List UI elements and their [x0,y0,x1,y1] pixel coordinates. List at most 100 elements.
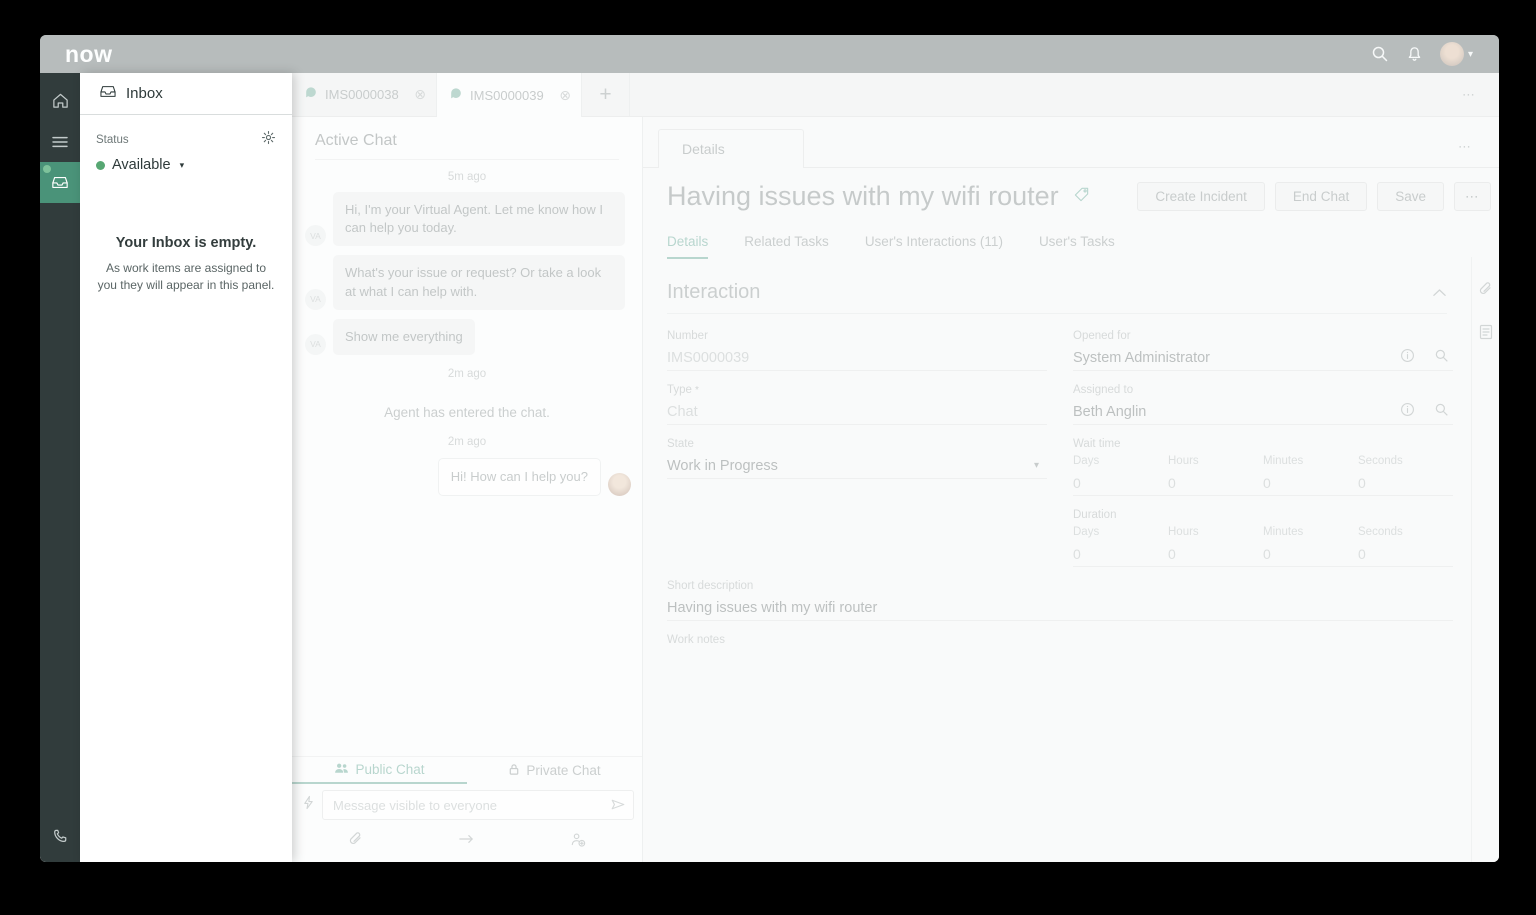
status-label: Status [96,134,129,146]
agent-message-row: Hi! How can I help you? [292,457,642,497]
wait-seconds-value: 0 [1358,475,1366,491]
system-message: Agent has entered the chat. [384,404,550,420]
collapse-chevron-up-icon[interactable] [1432,284,1447,302]
end-chat-button[interactable]: End Chat [1274,182,1368,211]
chat-message-input[interactable] [322,790,634,820]
va-message-bubble: What's your issue or request? Or take a … [333,255,625,310]
field-label: Wait time [1073,438,1121,450]
notifications-bell-icon[interactable] [1406,45,1423,63]
va-avatar: VA [305,333,326,355]
chat-timestamp: 2m ago [447,435,487,448]
activity-document-icon[interactable] [1479,324,1493,345]
presence-dot [43,165,51,173]
state-value: Work in Progress [667,457,778,474]
time-col-label: Days [1073,455,1100,467]
field-duration: Duration Days Hours Minutes Seconds 0 0 … [1073,509,1453,567]
details-top-tab[interactable]: Details [658,129,804,168]
required-asterisk: * [694,385,699,396]
info-icon[interactable] [1400,348,1415,368]
state-dropdown[interactable]: Work in Progress ▾ [667,453,1047,479]
interaction-tabstrip: IMS0000038 ⊗ IMS0000039 ⊗ + ⋯ [292,73,1499,118]
subtab-users-interactions[interactable]: User's Interactions (11) [865,234,1003,259]
inbox-empty-state: Your Inbox is empty. As work items are a… [80,235,292,295]
details-more-icon[interactable]: ⋯ [1458,139,1473,155]
tabstrip-more-icon[interactable]: ⋯ [1462,87,1477,103]
status-availability-dropdown[interactable]: Available ▾ [96,157,276,173]
subtab-related-tasks[interactable]: Related Tasks [744,234,829,259]
phone-icon[interactable] [40,827,80,846]
attach-paperclip-icon[interactable] [348,831,363,852]
work-notes-input[interactable] [667,646,1453,756]
field-assigned-to: Assigned to Beth Anglin [1073,384,1453,425]
record-title: Having issues with my wifi router [667,181,1059,211]
tab-label: IMS0000039 [470,88,544,103]
tab-label: IMS0000038 [325,87,399,102]
attachments-paperclip-icon[interactable] [1478,281,1493,302]
time-col-label: Seconds [1358,455,1403,467]
chat-footer: Public Chat Private Chat [292,756,642,862]
chat-panel: Active Chat 5m ago VA Hi, I'm your Virtu… [292,117,643,862]
details-panel: ⋯ Details Having issues with my wifi rou… [643,117,1499,862]
nav-home-icon[interactable] [40,80,80,121]
field-label: Short description [667,580,754,592]
assigned-to-value[interactable]: Beth Anglin [1073,404,1146,420]
inbox-title: Inbox [126,85,163,102]
chevron-down-icon: ▾ [1033,460,1039,471]
va-avatar: VA [305,225,326,247]
field-label: Number [667,330,708,342]
time-col-label: Hours [1168,455,1199,467]
quick-responses-lightning-icon[interactable] [302,795,315,815]
short-description-value[interactable]: Having issues with my wifi router [667,600,877,616]
inbox-flyout-panel: Inbox Status Available ▾ Your Inbox is e… [80,73,292,862]
new-tab-button[interactable]: + [582,73,630,116]
transfer-arrow-icon[interactable] [458,832,475,851]
gear-icon[interactable] [261,130,276,150]
field-state: State Work in Progress ▾ [667,438,1047,496]
send-message-icon[interactable] [610,797,626,817]
private-chat-label: Private Chat [526,763,601,778]
tab-ims0000039[interactable]: IMS0000039 ⊗ [437,73,582,118]
nav-list-icon[interactable] [40,121,80,162]
tab-ims0000038[interactable]: IMS0000038 ⊗ [292,73,437,116]
create-incident-button[interactable]: Create Incident [1137,182,1265,211]
private-chat-tab[interactable]: Private Chat [467,757,642,784]
field-number: Number IMS0000039 [667,330,1047,371]
va-message-row: VA Show me everything [292,318,642,355]
field-opened-for: Opened for System Administrator [1073,330,1453,371]
time-col-label: Seconds [1358,526,1403,538]
status-dot [96,160,105,170]
time-col-label: Hours [1168,526,1199,538]
reference-lookup-icon[interactable] [1434,402,1449,422]
public-chat-tab[interactable]: Public Chat [292,757,467,784]
tag-icon[interactable] [1073,186,1090,208]
reference-lookup-icon[interactable] [1434,348,1449,368]
actions-overflow-button[interactable]: ⋯ [1454,182,1491,211]
field-type: Type * Chat [667,384,1047,425]
status-value: Available [112,157,171,173]
empty-state-title: Your Inbox is empty. [115,235,257,251]
agent-avatar [608,473,631,497]
now-logo: now [65,40,113,67]
nav-inbox-icon[interactable] [40,162,80,203]
duration-minutes-value: 0 [1263,546,1271,562]
empty-state-text: As work items are assigned to you they w… [97,261,275,293]
time-col-label: Minutes [1263,455,1304,467]
subtab-details[interactable]: Details [667,234,709,259]
opened-for-value[interactable]: System Administrator [1073,350,1210,366]
search-icon[interactable] [1371,45,1389,63]
close-tab-icon[interactable]: ⊗ [414,86,426,103]
chat-timestamp: 2m ago [447,367,487,380]
field-label: Assigned to [1073,384,1134,396]
time-col-label: Days [1073,526,1100,538]
save-button[interactable]: Save [1377,182,1444,211]
va-message-row: VA Hi, I'm your Virtual Agent. Let me kn… [292,192,642,247]
close-tab-icon[interactable]: ⊗ [559,87,571,104]
user-menu[interactable]: ▾ [1439,42,1473,66]
field-label: Type * [667,384,699,396]
add-person-icon[interactable] [570,832,586,852]
duration-days-value: 0 [1073,546,1081,562]
subtab-users-tasks[interactable]: User's Tasks [1039,234,1115,259]
info-icon[interactable] [1400,402,1415,422]
user-avatar [1439,42,1464,66]
